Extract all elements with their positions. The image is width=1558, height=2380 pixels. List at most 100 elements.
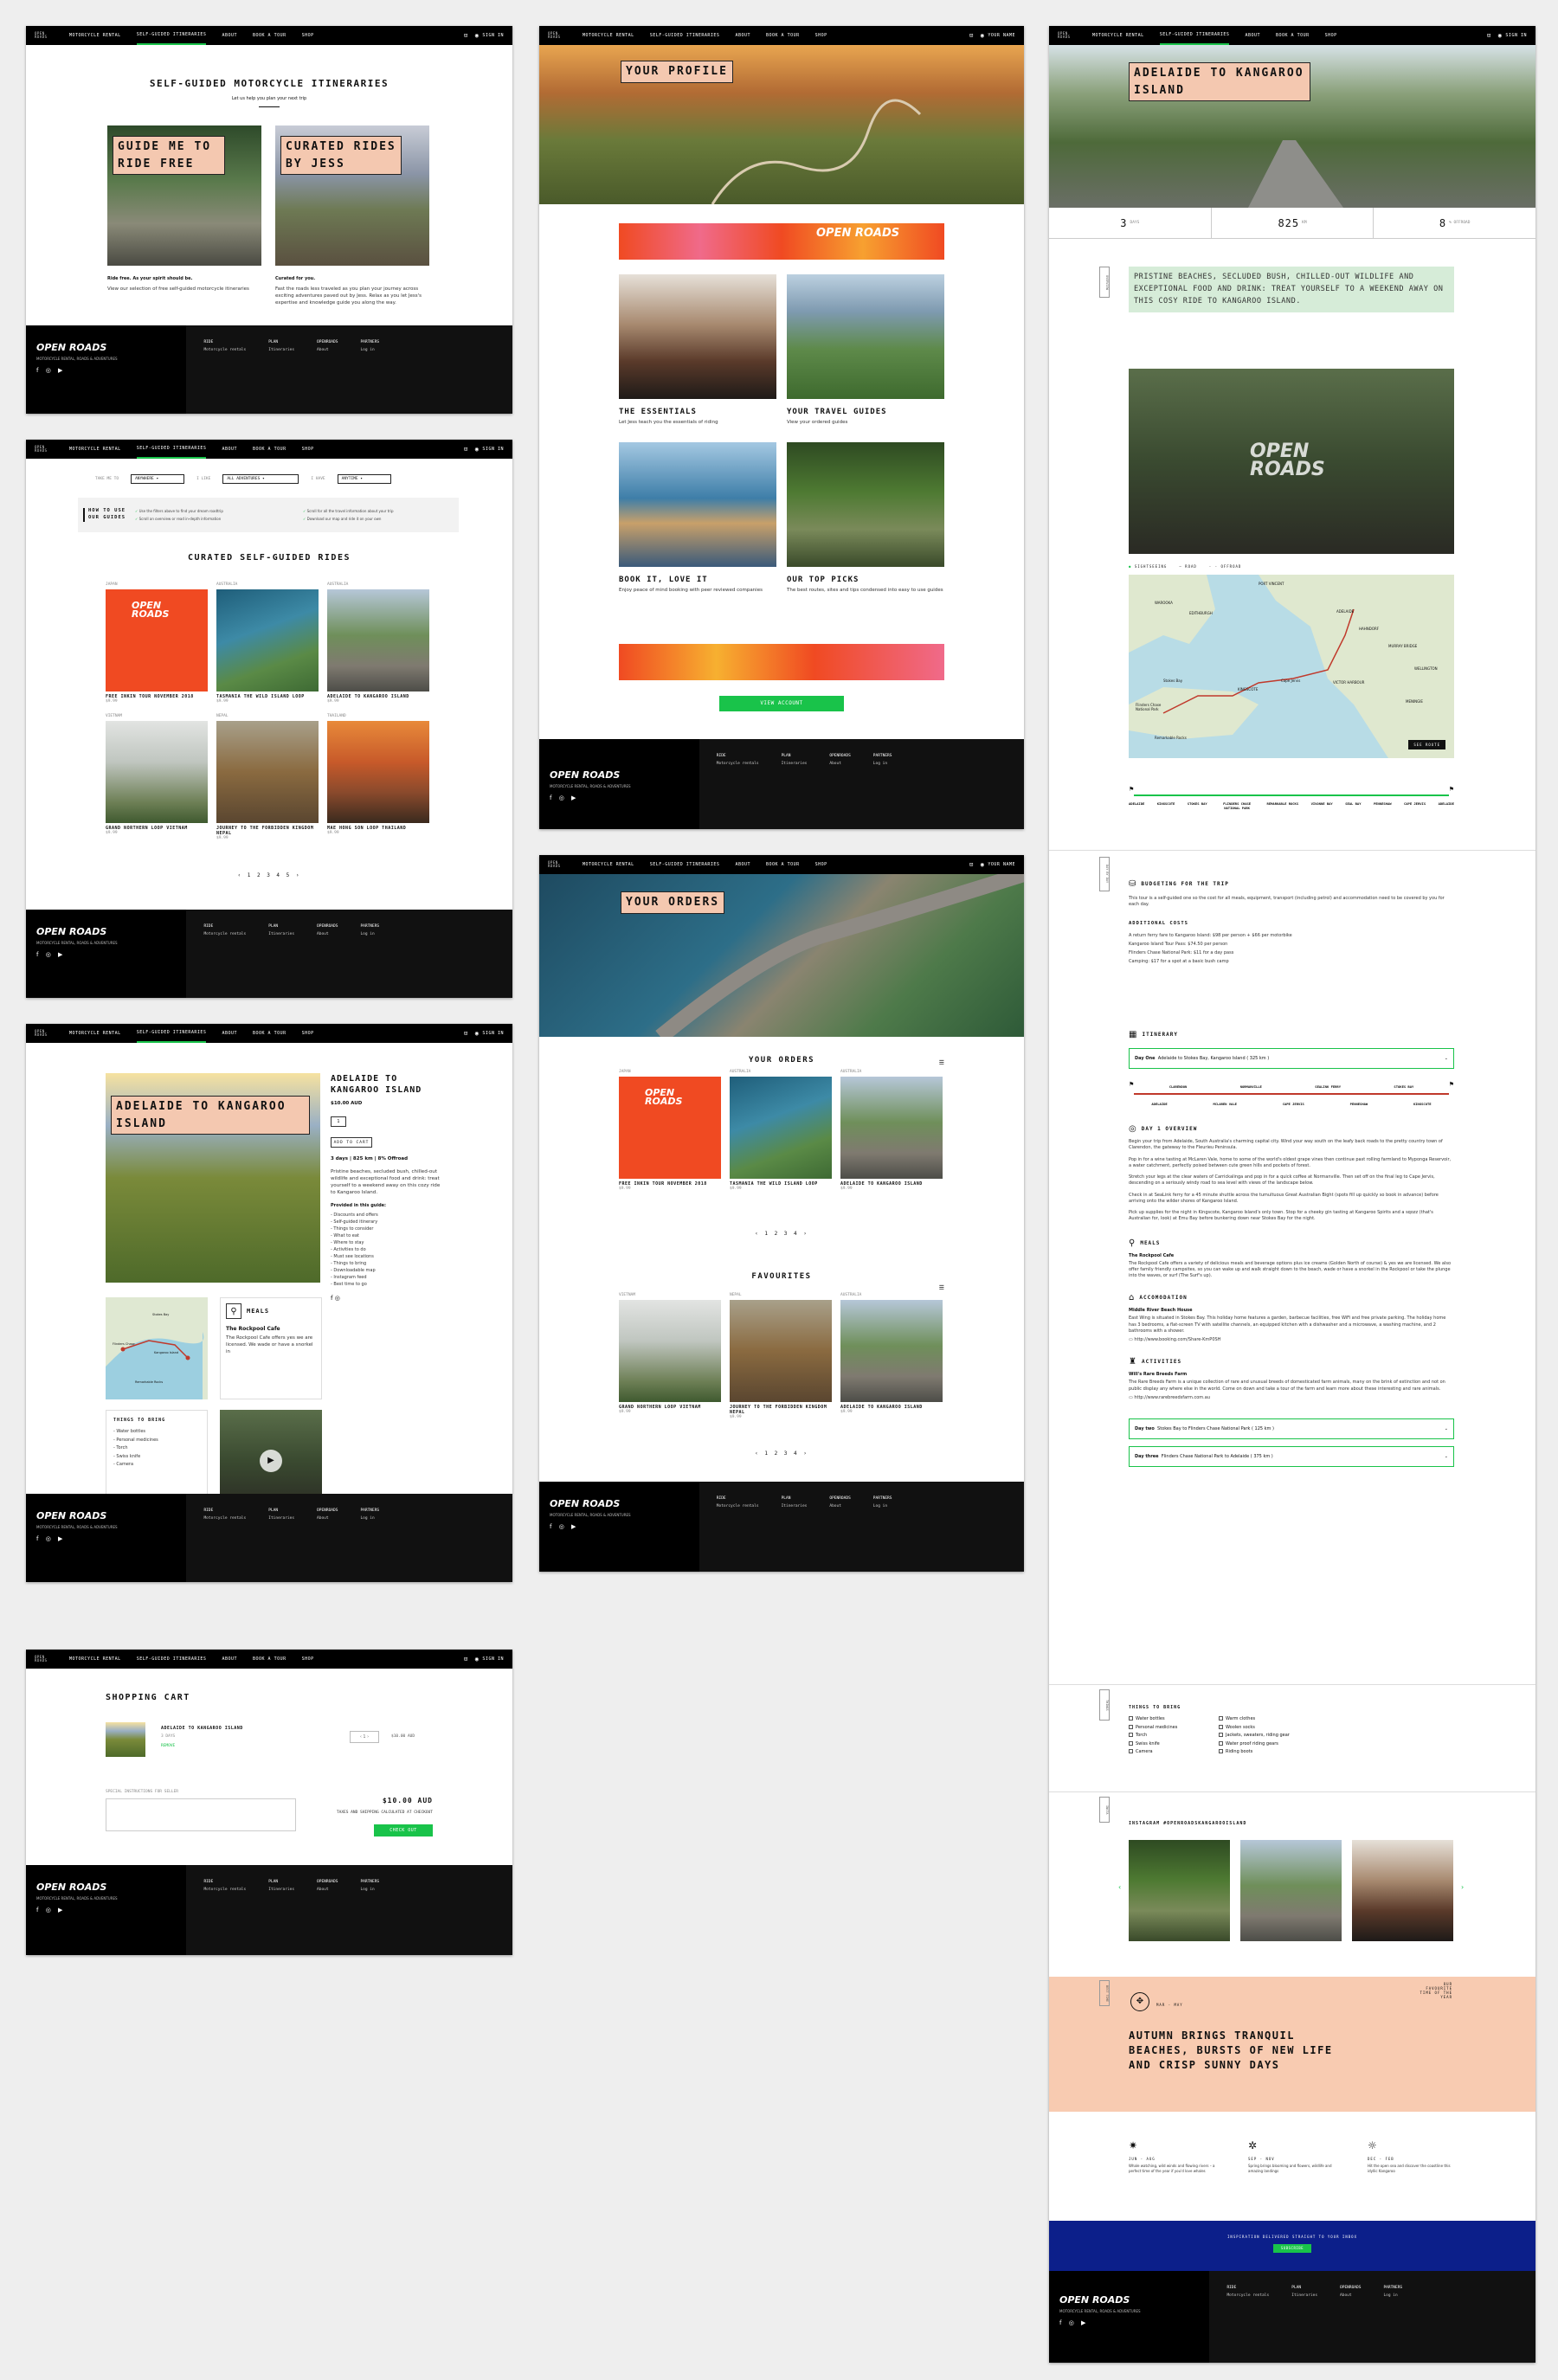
remove-link[interactable]: REMOVE — [161, 1744, 243, 1748]
bring-item[interactable]: Water bottles — [1129, 1715, 1219, 1724]
subscribe-button[interactable]: SUBSCRIBE — [1273, 2244, 1311, 2253]
pagination[interactable]: ‹ 1 2 3 4 5 › — [26, 872, 512, 878]
footer-link[interactable]: Motorcycle rentals — [203, 932, 246, 936]
nav-item-about[interactable]: ABOUT — [1245, 26, 1260, 45]
sign-in-link[interactable]: SIGN IN — [1505, 33, 1527, 38]
bring-item[interactable]: Warm clothes — [1219, 1715, 1357, 1724]
special-instructions-textarea[interactable] — [106, 1798, 296, 1831]
footer-logo[interactable]: OPEN ROADS — [36, 1511, 106, 1521]
footer-logo[interactable]: OPEN ROADS — [550, 770, 620, 780]
footer-link[interactable]: Log in — [360, 932, 374, 936]
footer-link[interactable]: Log in — [360, 1888, 374, 1892]
bring-item[interactable]: Personal medicines — [1129, 1724, 1219, 1733]
order-card[interactable]: AUSTRALIA ADELAIDE TO KANGAROO ISLAND $9.9… — [840, 1070, 943, 1191]
day-two-accordion[interactable]: Day two Stokes Bay to Flinders Chase Nat… — [1129, 1418, 1454, 1439]
favourite-card[interactable]: AUSTRALIA ADELAIDE TO KANGAROO ISLAND $9.9… — [840, 1293, 943, 1419]
promo-banner[interactable]: OPEN ROADS — [619, 223, 944, 260]
user-icon[interactable]: ◉ — [475, 1656, 480, 1663]
sign-in-link[interactable]: SIGN IN — [482, 1656, 504, 1662]
card-curated-rides[interactable]: CURATED RIDES BY JESS Curated for you. F… — [275, 125, 429, 307]
social-icons[interactable]: f ◎ ▶ — [36, 367, 176, 374]
bring-item[interactable]: Riding boots — [1219, 1748, 1357, 1757]
favourite-card[interactable]: VIETNAM GRAND NORTHERN LOOP VIETNAM $9.99 — [619, 1293, 721, 1419]
itinerary-map[interactable]: PORT VINCENT WAROOKA EDITHBURGH ADELAIDE… — [1129, 575, 1454, 758]
day-one-accordion[interactable]: Day One Adelaide to Stokes Bay, Kangaroo… — [1129, 1048, 1454, 1069]
bring-item[interactable]: Camera — [1129, 1748, 1219, 1757]
footer-link[interactable]: Log in — [1383, 2293, 1397, 2298]
cart-icon[interactable]: ⊡ — [464, 1030, 468, 1037]
user-icon[interactable]: ◉ — [475, 446, 480, 453]
footer-logo[interactable]: OPEN ROADS — [36, 1882, 106, 1892]
instagram-photo[interactable] — [1129, 1840, 1230, 1941]
nav-item-about[interactable]: ABOUT — [735, 855, 750, 874]
footer-link[interactable]: Itineraries — [268, 932, 294, 936]
top-picks-card[interactable]: OUR TOP PICKS The best routes, sites and … — [787, 441, 944, 595]
nav-item-shop[interactable]: SHOP — [815, 26, 827, 45]
footer-link[interactable]: About — [1340, 2293, 1352, 2298]
route-map[interactable]: Stokes Bay Flinders Chase Kangaroo Islan… — [106, 1297, 208, 1399]
footer-link[interactable]: Log in — [360, 1516, 374, 1521]
nav-logo[interactable]: OPEN ROADS — [35, 1029, 55, 1038]
travel-guides-card[interactable]: YOUR TRAVEL GUIDES View your ordered guid… — [787, 274, 944, 427]
user-icon[interactable]: ◉ — [981, 32, 985, 39]
carousel-prev-icon[interactable]: ‹ — [1118, 1883, 1121, 1891]
nav-logo[interactable]: OPEN ROADS — [35, 31, 55, 40]
footer-link[interactable]: Motorcycle rentals — [717, 1504, 759, 1508]
bring-item[interactable]: Water proof riding gears — [1219, 1740, 1357, 1749]
user-icon[interactable]: ◉ — [1498, 32, 1503, 39]
user-name-link[interactable]: YOUR NAME — [988, 862, 1015, 867]
nav-item-about[interactable]: ABOUT — [735, 26, 750, 45]
cart-icon[interactable]: ⊡ — [969, 861, 974, 868]
footer-link[interactable]: About — [829, 762, 841, 766]
social-icons[interactable]: f ◎ ▶ — [36, 1535, 176, 1542]
footer-logo[interactable]: OPEN ROADS — [36, 927, 106, 936]
activity-link[interactable]: ▭ http://www.rarebreedsfarm.com.au — [1129, 1395, 1454, 1401]
footer-link[interactable]: Log in — [873, 762, 887, 766]
nav-logo[interactable]: OPEN ROADS — [548, 860, 569, 869]
nav-item-book[interactable]: BOOK A TOUR — [1276, 26, 1310, 45]
footer-logo[interactable]: OPEN ROADS — [36, 343, 106, 352]
ride-card[interactable]: AUSTRALIA ADELAIDE TO KANGAROO ISLAND $9.9… — [327, 582, 429, 704]
footer-link[interactable]: About — [317, 932, 329, 936]
nav-item-book[interactable]: BOOK A TOUR — [253, 440, 286, 459]
filter-adventure-select[interactable]: ALL ADVENTURES ▾ — [222, 474, 299, 484]
bring-item[interactable]: Jackets, sweaters, riding gear — [1219, 1732, 1357, 1740]
book-it-card[interactable]: BOOK IT, LOVE IT Enjoy peace of mind book… — [619, 441, 776, 595]
nav-item-shop[interactable]: SHOP — [302, 440, 314, 459]
itinerary-video[interactable]: OPEN ROADS — [1129, 369, 1454, 554]
essentials-card[interactable]: THE ESSENTIALS Let Jess teach you the ess… — [619, 274, 776, 427]
footer-link[interactable]: Itineraries — [268, 1516, 294, 1521]
order-card[interactable]: AUSTRALIA TASMANIA THE WILD ISLAND LOOP $9… — [730, 1070, 832, 1191]
nav-item-about[interactable]: ABOUT — [222, 1024, 237, 1043]
bring-item[interactable]: Woolen socks — [1219, 1724, 1357, 1733]
nav-item-book[interactable]: BOOK A TOUR — [253, 26, 286, 45]
footer-link[interactable]: Motorcycle rentals — [203, 1516, 246, 1521]
side-tab-overview[interactable]: OVERVIEW — [1099, 267, 1110, 298]
nav-item-itineraries[interactable]: SELF-GUIDED ITINERARIES — [136, 440, 207, 459]
nav-item-rental[interactable]: MOTORCYCLE RENTAL — [583, 855, 634, 874]
carousel-next-icon[interactable]: › — [1461, 1883, 1464, 1891]
ride-card[interactable]: THAILAND MAE HONG SON LOOP THAILAND $9.99 — [327, 714, 429, 840]
social-icons[interactable]: f ◎ ▶ — [36, 1907, 176, 1914]
grid-view-icon[interactable]: ☰ — [939, 1059, 944, 1066]
card-ride-free[interactable]: GUIDE ME TO RIDE FREE Ride free. As your… — [107, 125, 261, 293]
footer-link[interactable]: Itineraries — [268, 348, 294, 352]
social-icons[interactable]: f ◎ ▶ — [550, 1523, 689, 1530]
nav-item-itineraries[interactable]: SELF-GUIDED ITINERARIES — [650, 26, 720, 45]
orders-pagination[interactable]: ‹ 1 2 3 4 › — [539, 1231, 1024, 1237]
add-to-cart-button[interactable]: ADD TO CART — [331, 1137, 372, 1148]
nav-item-shop[interactable]: SHOP — [302, 1650, 314, 1669]
cart-icon[interactable]: ⊡ — [464, 1656, 468, 1663]
nav-item-shop[interactable]: SHOP — [815, 855, 827, 874]
nav-item-itineraries[interactable]: SELF-GUIDED ITINERARIES — [136, 1024, 207, 1043]
nav-logo[interactable]: OPEN ROADS — [548, 31, 569, 40]
nav-item-book[interactable]: BOOK A TOUR — [766, 26, 800, 45]
see-route-button[interactable]: SEE ROUTE — [1408, 740, 1445, 749]
cart-icon[interactable]: ⊡ — [969, 32, 974, 39]
user-name-link[interactable]: YOUR NAME — [988, 33, 1015, 38]
quantity-input[interactable]: 1 — [331, 1116, 346, 1127]
nav-item-rental[interactable]: MOTORCYCLE RENTAL — [1092, 26, 1144, 45]
user-icon[interactable]: ◉ — [981, 861, 985, 868]
nav-item-rental[interactable]: MOTORCYCLE RENTAL — [69, 1024, 121, 1043]
nav-logo[interactable]: OPEN ROADS — [35, 1655, 55, 1663]
